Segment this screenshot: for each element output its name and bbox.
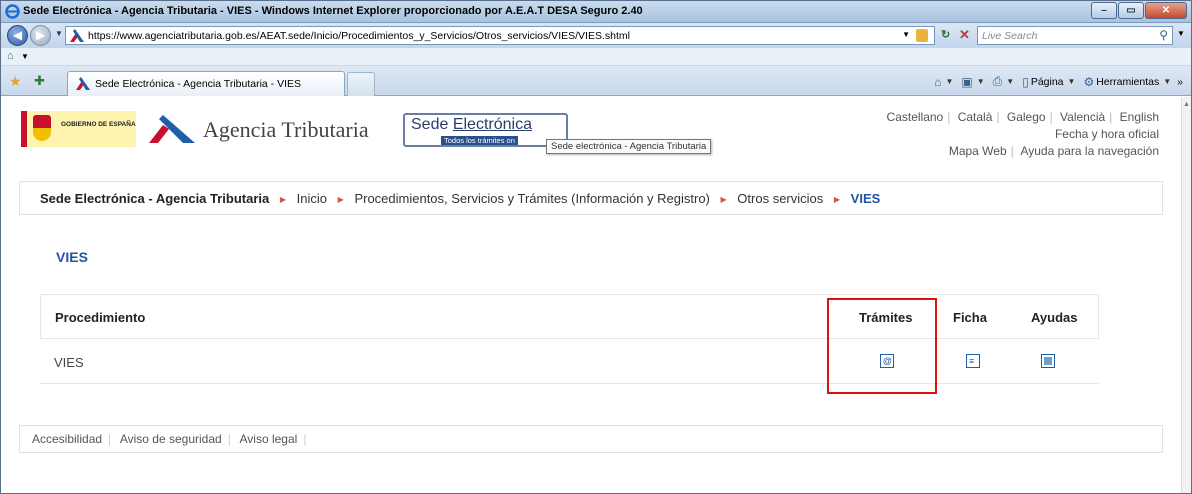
tooltip: Sede electrónica - Agencia Tributaria <box>546 139 712 154</box>
breadcrumb-otros-servicios[interactable]: Otros servicios <box>737 191 823 206</box>
tab-label: Sede Electrónica - Agencia Tributaria - … <box>95 78 302 90</box>
lock-icon[interactable] <box>916 29 928 42</box>
ie-logo-icon <box>5 4 20 19</box>
search-icon[interactable]: ⚲ <box>1159 28 1168 42</box>
address-url[interactable]: https://www.agenciatributaria.gob.es/AEA… <box>88 30 630 42</box>
gobierno-logo[interactable]: GOBIERNO DE ESPAÑA <box>21 111 136 147</box>
ayuda-navegacion-link[interactable]: Ayuda para la navegación <box>1020 144 1159 158</box>
maximize-button[interactable]: ▭ <box>1118 2 1144 19</box>
sede-subtitle: Todos los trámites on <box>441 136 518 145</box>
feeds-dropdown-icon[interactable]: ▼ <box>977 77 985 86</box>
home-icon[interactable]: ⌂ <box>934 75 941 89</box>
search-box[interactable]: Live Search ⚲ <box>977 26 1173 45</box>
page-menu[interactable]: Página <box>1031 76 1064 88</box>
back-button[interactable]: ◀ <box>7 25 28 46</box>
language-links: Castellano | Català | Galego | Valencià | En… <box>886 110 1159 124</box>
breadcrumb-arrow-icon: ▶ <box>720 195 727 204</box>
procedure-name: VIES <box>54 355 84 370</box>
print-icon[interactable]: ⎙ <box>993 74 1003 89</box>
home-dropdown-icon[interactable]: ▼ <box>945 77 953 86</box>
lang-castellano[interactable]: Castellano <box>887 110 944 124</box>
tools-menu[interactable]: Herramientas <box>1096 76 1159 88</box>
sede-electronica-logo[interactable]: Sede Electrónica Todos los trámites on <box>403 113 568 147</box>
breadcrumb-home[interactable]: Sede Electrónica - Agencia Tributaria <box>40 191 269 206</box>
search-dropdown-icon[interactable]: ▼ <box>1177 29 1185 38</box>
sede-title-part1: Sede <box>411 116 453 133</box>
aviso-legal-link[interactable]: Aviso legal <box>240 432 298 446</box>
page-title: VIES <box>56 249 88 265</box>
page-content: GOBIERNO DE ESPAÑA Agencia Tributaria Se… <box>1 97 1181 493</box>
aviso-seguridad-link[interactable]: Aviso de seguridad <box>120 432 222 446</box>
page-dropdown-icon[interactable]: ▼ <box>1068 77 1076 86</box>
breadcrumb: Sede Electrónica - Agencia Tributaria ▶ … <box>19 181 1163 215</box>
address-bar[interactable]: https://www.agenciatributaria.gob.es/AEA… <box>65 26 935 45</box>
forward-button[interactable]: ▶ <box>30 25 51 46</box>
links-dropdown-icon[interactable]: ▼ <box>21 52 29 61</box>
coat-of-arms-icon <box>33 115 51 141</box>
fecha-hora-link[interactable]: Fecha y hora oficial <box>1055 127 1159 141</box>
tab-row: ★ ✚ Sede Electrónica - Agencia Tributari… <box>1 66 1191 96</box>
breadcrumb-procedimientos[interactable]: Procedimientos, Servicios y Trámites (In… <box>354 191 709 206</box>
links-toolbar: ⌂ ▼ <box>1 48 1191 66</box>
breadcrumb-inicio[interactable]: Inicio <box>297 191 327 206</box>
aeat-favicon-icon <box>70 29 84 42</box>
history-dropdown-icon[interactable]: ▼ <box>55 29 63 38</box>
stop-icon[interactable]: ✕ <box>959 27 975 43</box>
lang-catala[interactable]: Català <box>958 110 993 124</box>
browser-window: Sede Electrónica - Agencia Tributaria - … <box>0 0 1192 494</box>
sede-title: Sede Electrónica <box>411 116 532 134</box>
table-header: Procedimiento Trámites Ficha Ayudas <box>40 294 1099 339</box>
lang-valencia[interactable]: Valencià <box>1060 110 1105 124</box>
scrollbar[interactable]: ▲ <box>1181 97 1191 493</box>
address-row: ◀ ▶ ▼ https://www.agenciatributaria.gob.… <box>1 23 1191 48</box>
breadcrumb-arrow-icon: ▶ <box>337 195 344 204</box>
tab-vies[interactable]: Sede Electrónica - Agencia Tributaria - … <box>67 71 345 96</box>
header-links: Castellano | Català | Galego | Valencià | En… <box>886 110 1159 158</box>
highlight-box <box>827 298 937 394</box>
header-ficha: Ficha <box>953 310 987 325</box>
more-chevron[interactable]: » <box>1177 76 1183 88</box>
footer: Accesibilidad | Aviso de seguridad | Aviso… <box>19 425 1163 453</box>
address-dropdown-icon[interactable]: ▼ <box>902 30 910 39</box>
breadcrumb-arrow-icon: ▶ <box>833 195 841 204</box>
print-dropdown-icon[interactable]: ▼ <box>1006 77 1014 86</box>
favorites-star-icon[interactable]: ★ <box>9 73 22 90</box>
table-row: VIES @ ≡ <box>40 339 1099 384</box>
window-controls: – ▭ ✕ <box>1090 2 1187 19</box>
sede-title-part2: Electrónica <box>452 116 532 133</box>
links-icon[interactable]: ⌂ <box>7 50 14 62</box>
header-ayudas: Ayudas <box>1031 310 1078 325</box>
ayudas-help-icon[interactable] <box>1041 354 1055 368</box>
close-button[interactable]: ✕ <box>1145 2 1187 19</box>
aeat-favicon-icon <box>76 77 90 90</box>
page-icon[interactable]: ▯ <box>1022 75 1029 89</box>
feeds-icon[interactable]: ▣ <box>961 75 972 89</box>
site-header: GOBIERNO DE ESPAÑA Agencia Tributaria Se… <box>19 107 1163 187</box>
mapa-web-link[interactable]: Mapa Web <box>949 144 1007 158</box>
add-favorites-icon[interactable]: ✚ <box>34 73 45 89</box>
window-title: Sede Electrónica - Agencia Tributaria - … <box>23 5 643 17</box>
refresh-icon[interactable]: ↻ <box>941 28 957 43</box>
scroll-up-icon[interactable]: ▲ <box>1183 101 1190 108</box>
ficha-document-icon[interactable]: ≡ <box>966 354 980 368</box>
minimize-button[interactable]: – <box>1091 2 1117 19</box>
aeat-logo-icon[interactable] <box>149 115 195 143</box>
tools-dropdown-icon[interactable]: ▼ <box>1163 77 1171 86</box>
new-tab-button[interactable] <box>347 72 375 96</box>
breadcrumb-arrow-icon: ▶ <box>279 195 287 204</box>
search-placeholder[interactable]: Live Search <box>982 30 1037 42</box>
procedure-table: Procedimiento Trámites Ficha Ayudas VIES… <box>40 294 1099 387</box>
title-bar: Sede Electrónica - Agencia Tributaria - … <box>1 1 1191 23</box>
gobierno-text: GOBIERNO DE ESPAÑA <box>61 121 136 128</box>
agency-name[interactable]: Agencia Tributaria <box>203 117 369 143</box>
header-procedimiento: Procedimiento <box>55 310 146 325</box>
command-bar: ⌂ ▼ ▣ ▼ ⎙ ▼ ▯ Página ▼ ⚙ Herramientas ▼ » <box>932 74 1185 89</box>
lang-english[interactable]: English <box>1120 110 1159 124</box>
breadcrumb-current: VIES <box>850 191 881 206</box>
lang-galego[interactable]: Galego <box>1007 110 1046 124</box>
accesibilidad-link[interactable]: Accesibilidad <box>32 432 102 446</box>
tools-gear-icon[interactable]: ⚙ <box>1083 75 1094 89</box>
